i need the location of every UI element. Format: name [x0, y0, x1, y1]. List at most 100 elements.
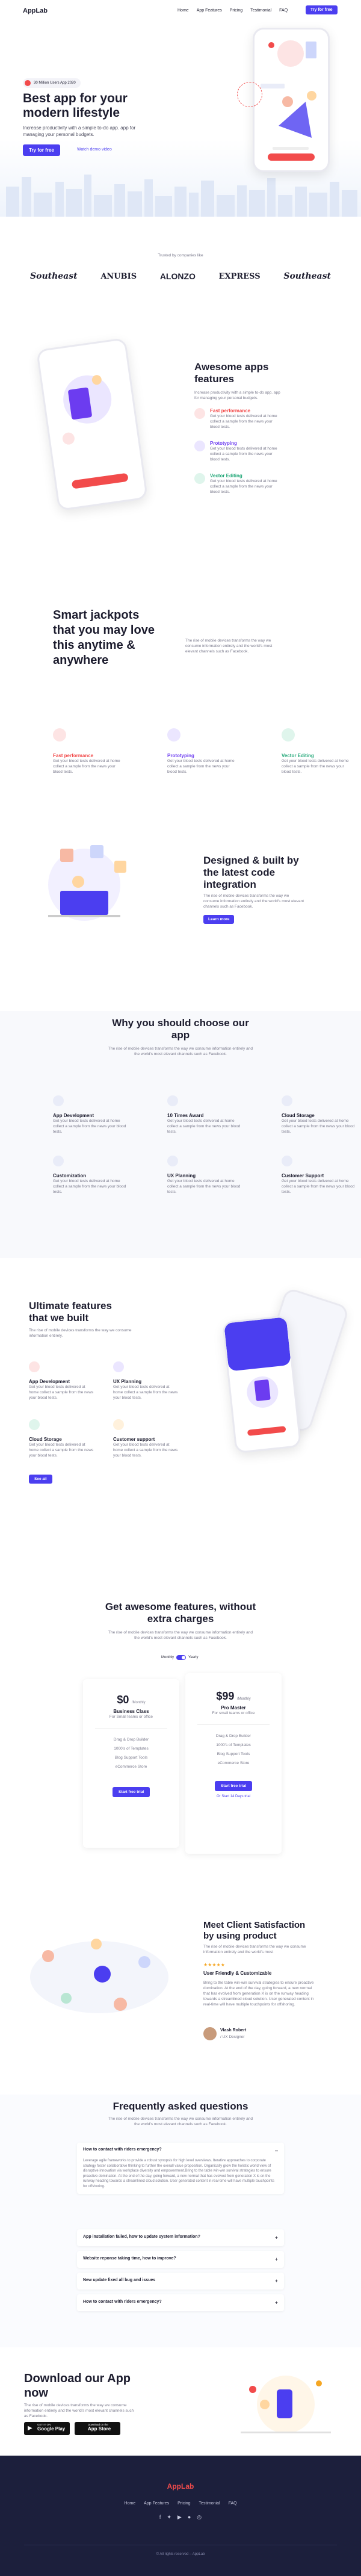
- hero-subtitle: Increase productivity with a simple to-d…: [23, 125, 136, 137]
- plan-note[interactable]: Or Start 14 Days trial: [185, 1795, 282, 1798]
- plan-price: $0: [117, 1694, 129, 1706]
- rating-stars: ★★★★★: [203, 1962, 225, 1968]
- support-icon: [282, 1156, 292, 1166]
- nav-item-testimonial[interactable]: Testimonial: [250, 8, 271, 13]
- facebook-icon[interactable]: f: [159, 2514, 161, 2521]
- ux-planning-icon: [167, 1156, 178, 1166]
- nav-item-home[interactable]: Home: [177, 8, 189, 13]
- hero-illustration: [261, 40, 316, 161]
- why-item-text: Get your blood tests delivered at home c…: [53, 1119, 126, 1134]
- design-learn-more-button[interactable]: Learn more: [203, 915, 235, 924]
- ultimate-item: UX Planning Get your blood tests deliver…: [113, 1361, 185, 1401]
- ultimate-item: Cloud Storage Get your blood tests deliv…: [29, 1419, 101, 1458]
- nav-item-pricing[interactable]: Pricing: [230, 8, 242, 13]
- footer-link-pricing[interactable]: Pricing: [177, 2501, 190, 2506]
- youtube-icon[interactable]: ▶: [177, 2514, 182, 2521]
- jackpot-item: Prototyping Get your blood tests deliver…: [167, 728, 245, 775]
- jackpot-item-title: Vector Editing: [282, 753, 314, 758]
- faq-item[interactable]: Website reponse taking time, how to impr…: [77, 2251, 284, 2268]
- collapse-icon[interactable]: –: [275, 2147, 278, 2153]
- faq-item[interactable]: New update fixed all bug and issues +: [77, 2273, 284, 2290]
- expand-icon[interactable]: +: [275, 2278, 278, 2284]
- feature-item: Fast performance Get your blood tests de…: [194, 408, 315, 430]
- partners-section: Trusted by companies like Southeast ANUB…: [0, 253, 361, 313]
- jackpot-item: Vector Editing Get your blood tests deli…: [282, 728, 360, 775]
- faq-question: Website reponse taking time, how to impr…: [83, 2256, 176, 2261]
- pricing-card-business: $0 /Monthly Business Class For Small tea…: [83, 1679, 179, 1848]
- toggle-monthly-label[interactable]: Monthly: [161, 1656, 174, 1659]
- brand-logo[interactable]: AppLab: [23, 7, 48, 14]
- brand-name: AppLab: [23, 7, 48, 14]
- why-section: Why you should choose our app The rise o…: [0, 1011, 361, 1258]
- twitter-icon[interactable]: ✦: [167, 2514, 171, 2521]
- ultimate-item-title: UX Planning: [113, 1379, 142, 1384]
- jackpot-item-text: Get your blood tests delivered at home c…: [282, 759, 349, 774]
- pricing-title: Get awesome features, without extra char…: [105, 1601, 256, 1624]
- faq-item[interactable]: How to contact with riders emergency? +: [77, 2294, 284, 2311]
- partner-logo: EXPRESS: [218, 271, 261, 281]
- google-play-button[interactable]: ▶ GET IT ON Google Play: [24, 2422, 70, 2435]
- dribbble-icon[interactable]: ◎: [197, 2514, 202, 2521]
- feature-item: Prototyping Get your blood tests deliver…: [194, 441, 315, 462]
- jackpot-item-text: Get your blood tests delivered at home c…: [167, 759, 235, 774]
- toggle-yearly-label[interactable]: Yearly: [188, 1656, 198, 1659]
- footer: AppLab Home App Features Pricing Testimo…: [0, 2456, 361, 2576]
- hero-secondary-link[interactable]: Watch demo video: [77, 147, 112, 152]
- faq-text: The rise of mobile devices transforms th…: [108, 2117, 253, 2126]
- plan-divider: [95, 1728, 167, 1729]
- faq-question: How to contact with riders emergency?: [83, 2147, 162, 2152]
- main-nav: Home App Features Pricing Testimonial FA…: [177, 8, 288, 13]
- partner-logo: ALONZO: [159, 271, 196, 281]
- plan-price-row: $99 /Monthly: [185, 1690, 282, 1703]
- faq-item-open[interactable]: How to contact with riders emergency? – …: [77, 2143, 284, 2194]
- footer-link-home[interactable]: Home: [124, 2501, 135, 2506]
- plan-start-button[interactable]: Start free trial: [214, 1781, 253, 1791]
- jackpot-item-title: Prototyping: [167, 753, 194, 758]
- expand-icon[interactable]: +: [275, 2256, 278, 2262]
- partner-logo: ANUBIS: [100, 271, 137, 281]
- plan-desc: For Small teams or office: [109, 1715, 153, 1719]
- why-item: Customization Get your blood tests deliv…: [53, 1156, 131, 1195]
- partners-caption: Trusted by companies like: [158, 253, 203, 258]
- expand-icon[interactable]: +: [275, 2235, 278, 2241]
- footer-copyright: © All rights reserved – AppLab: [156, 2553, 205, 2556]
- faq-question: New update fixed all bug and issues: [83, 2278, 156, 2282]
- plan-desc: For small teams or office: [212, 1711, 255, 1715]
- pricing-text: The rise of mobile devices transforms th…: [108, 1630, 253, 1640]
- plan-divider: [197, 1724, 270, 1725]
- why-item: App Development Get your blood tests del…: [53, 1095, 131, 1135]
- why-item-text: Get your blood tests delivered at home c…: [167, 1119, 241, 1134]
- ultimate-item: App Development Get your blood tests del…: [29, 1361, 101, 1401]
- app-store-button[interactable]: Download on the App Store: [75, 2422, 120, 2435]
- why-item-title: Cloud Storage: [282, 1113, 315, 1118]
- badge-dot: [25, 80, 31, 86]
- faq-item[interactable]: App installation failed, how to update s…: [77, 2229, 284, 2246]
- ultimate-see-all-button[interactable]: See all: [29, 1475, 52, 1484]
- why-item-title: App Development: [53, 1113, 94, 1118]
- plan-period: /Monthly: [236, 1697, 251, 1701]
- social-icons: f ✦ ▶ ● ◎: [0, 2514, 361, 2521]
- nav-item-app-features[interactable]: App Features: [197, 8, 222, 13]
- faq-section: Frequently asked questions The rise of m…: [0, 2095, 361, 2347]
- testimonial-title: Meet Client Satisfaction by using produc…: [203, 1920, 306, 1941]
- plan-feature: Drag & Drop Builder: [113, 1738, 149, 1742]
- ultimate-item-title: App Development: [29, 1379, 70, 1384]
- expand-icon[interactable]: +: [275, 2300, 278, 2306]
- footer-link-app-features[interactable]: App Features: [144, 2501, 169, 2506]
- footer-link-testimonial[interactable]: Testimonial: [199, 2501, 220, 2506]
- why-title: Why you should choose our app: [112, 1017, 249, 1041]
- plan-start-button[interactable]: Start free trial: [112, 1787, 150, 1797]
- hero-primary-button[interactable]: Try for free: [23, 144, 60, 156]
- ultimate-item: Customer support Get your blood tests de…: [113, 1419, 185, 1458]
- code-icon: [29, 1361, 40, 1372]
- world-map-illustration: [30, 1939, 168, 2013]
- ultimate-title: Ultimate features that we built: [29, 1300, 112, 1324]
- footer-brand[interactable]: AppLab: [0, 2482, 361, 2491]
- nav-item-faq[interactable]: FAQ: [279, 8, 288, 13]
- toggle-switch[interactable]: [176, 1655, 187, 1660]
- github-icon[interactable]: ●: [188, 2514, 191, 2521]
- download-title: Download our App now: [24, 2372, 131, 2400]
- partner-logo: Southeast: [283, 271, 331, 281]
- footer-link-faq[interactable]: FAQ: [229, 2501, 237, 2506]
- nav-cta-button[interactable]: Try for free: [306, 5, 338, 14]
